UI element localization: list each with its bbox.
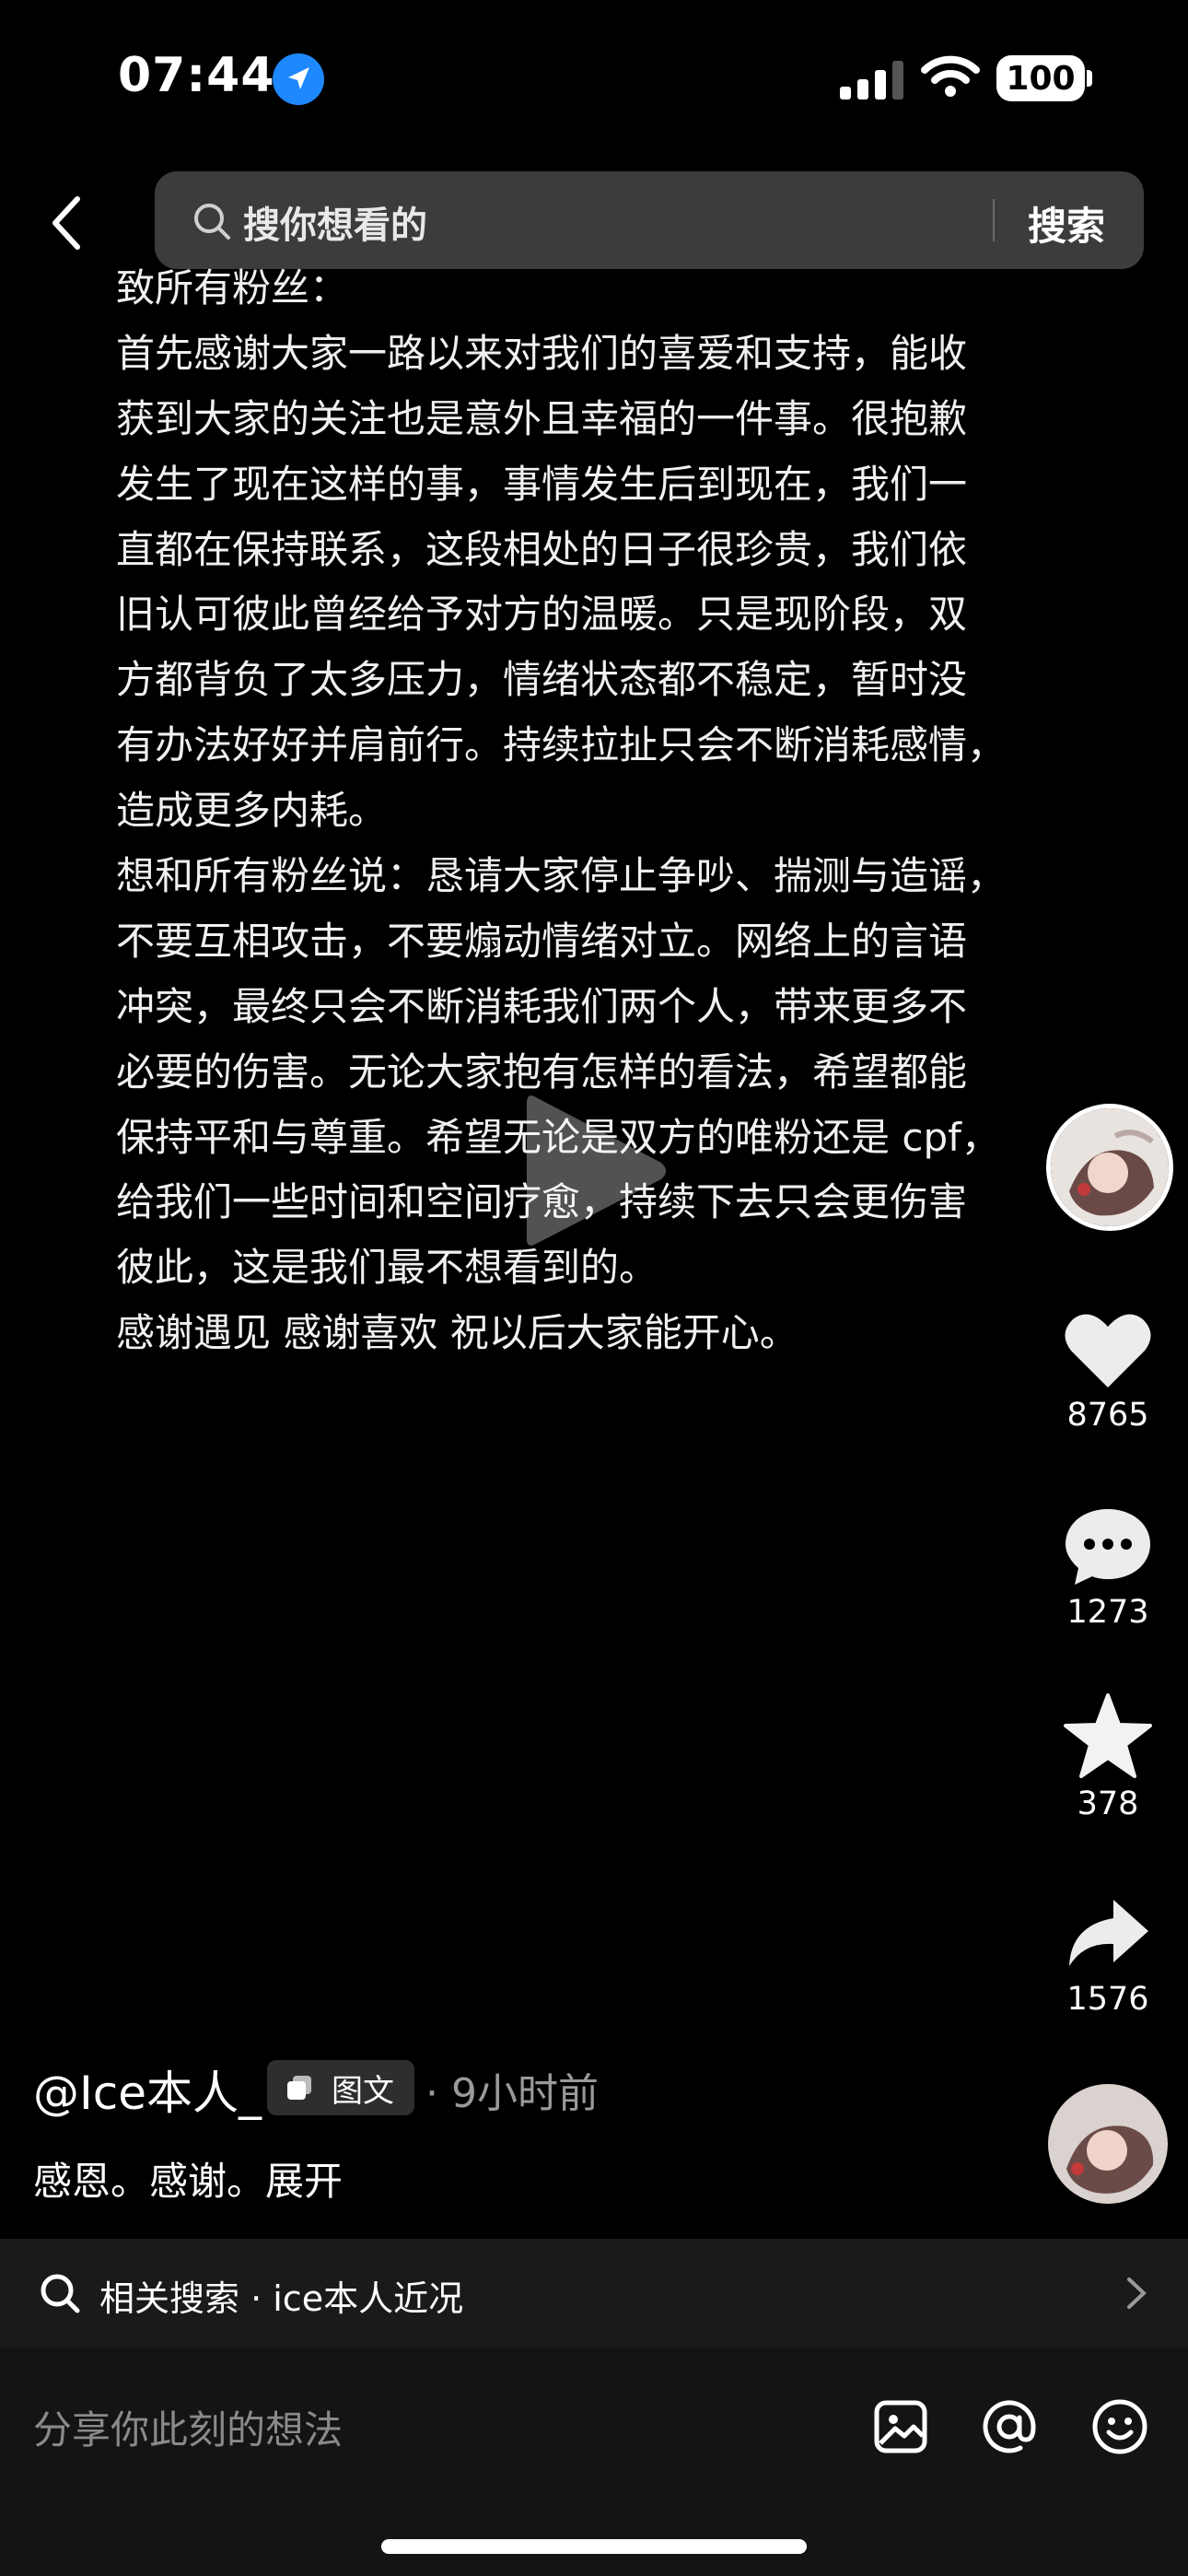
music-avatar[interactable] — [1048, 2084, 1168, 2204]
author-avatar[interactable] — [1046, 1104, 1173, 1231]
post-time: · 9小时前 — [425, 2070, 599, 2117]
post-line: 造成更多内耗。 — [116, 788, 388, 834]
search-button[interactable]: 搜索 — [1028, 195, 1105, 252]
post-type-label: 图文 — [332, 2072, 394, 2110]
share-count: 1576 — [1066, 1981, 1149, 2018]
signal-icon — [840, 61, 903, 100]
comment-icon — [1066, 1509, 1150, 1585]
post-line: 不要互相攻击，不要煽动情绪对立。网络上的言语 — [116, 918, 968, 964]
favorite-count: 378 — [1077, 1786, 1139, 1822]
post-type-badge: 图文 — [267, 2060, 414, 2115]
comment-count: 1273 — [1066, 1594, 1149, 1631]
status-time: 07:44 — [118, 48, 275, 103]
post-caption[interactable]: 感恩。感谢。展开 — [33, 2150, 343, 2207]
post-line: 首先感谢大家一路以来对我们的喜爱和支持，能收 — [116, 330, 968, 376]
post-line: 想和所有粉丝说：恳请大家停止争吵、揣测与造谣， — [116, 853, 1007, 899]
like-count: 8765 — [1066, 1397, 1149, 1434]
at-icon[interactable] — [980, 2397, 1039, 2456]
image-text-icon — [287, 2076, 311, 2100]
heart-icon — [1065, 1314, 1151, 1388]
play-icon[interactable] — [516, 1083, 672, 1259]
image-icon[interactable] — [871, 2397, 930, 2456]
search-icon — [41, 2274, 80, 2313]
search-input[interactable]: 搜你想看的 — [243, 195, 427, 249]
music-disc-image — [1048, 2084, 1168, 2204]
like-button[interactable]: 8765 — [1059, 1308, 1157, 1434]
emoji-icon[interactable] — [1090, 2397, 1149, 2456]
home-indicator[interactable] — [381, 2539, 807, 2554]
post-line: 有办法好好并肩前行。持续拉扯只会不断消耗感情， — [116, 722, 1007, 768]
battery-indicator: 100 — [996, 55, 1085, 101]
favorite-button[interactable]: 378 — [1059, 1692, 1157, 1822]
post-line: 致所有粉丝： — [116, 265, 349, 310]
post-line: 方都背负了太多压力，情绪状态都不稳定，暂时没 — [116, 657, 968, 703]
share-icon — [1069, 1900, 1148, 1966]
post-line: 直都在保持联系，这段相处的日子很珍贵，我们依 — [116, 526, 968, 572]
star-icon — [1064, 1693, 1152, 1778]
back-icon[interactable] — [42, 190, 94, 256]
app-screen: 07:44 100 搜你想看的 搜索 致所有粉丝： 首先感谢大家一路以来对我们的… — [0, 0, 1188, 2576]
post-line: 旧认可彼此曾经给予对方的温暖。只是现阶段，双 — [116, 591, 968, 638]
battery-nub — [1087, 70, 1092, 87]
comment-button[interactable]: 1273 — [1059, 1504, 1157, 1631]
share-button[interactable]: 1576 — [1059, 1892, 1157, 2018]
location-arrow-icon — [273, 53, 324, 105]
related-search-text: 相关搜索 · ice本人近况 — [99, 2278, 464, 2319]
post-line: 发生了现在这样的事，事情发生后到现在，我们一 — [116, 461, 968, 507]
search-divider — [993, 199, 995, 241]
comment-input[interactable]: 分享你此刻的想法 — [33, 2399, 343, 2455]
wifi-icon — [921, 55, 980, 97]
post-line: 感谢遇见 感谢喜欢 祝以后大家能开心。 — [116, 1310, 798, 1356]
related-search-bar[interactable]: 相关搜索 · ice本人近况 — [0, 2239, 1188, 2348]
post-line: 冲突，最终只会不断消耗我们两个人，带来更多不 — [116, 983, 968, 1029]
chevron-right-icon — [1127, 2277, 1147, 2309]
author-handle[interactable]: @Ice本人_ — [33, 2056, 262, 2123]
search-icon — [194, 204, 230, 240]
avatar-image — [1051, 1108, 1169, 1226]
search-bar[interactable]: 搜你想看的 搜索 — [155, 171, 1144, 269]
post-line: 获到大家的关注也是意外且幸福的一件事。很抱歉 — [116, 395, 968, 441]
